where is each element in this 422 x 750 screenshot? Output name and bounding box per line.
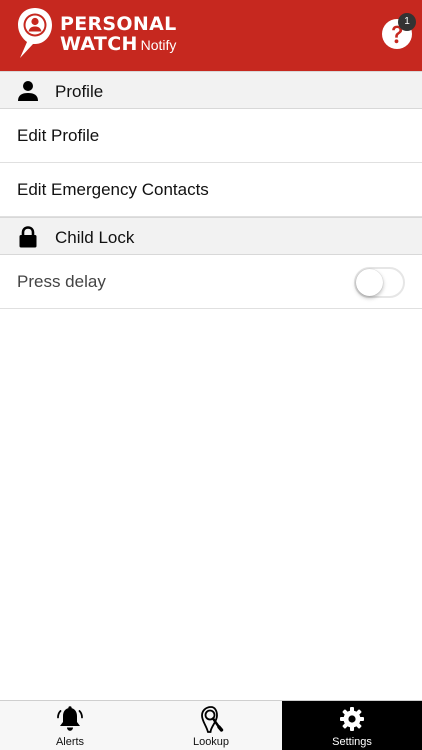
- tab-settings[interactable]: Settings: [282, 701, 422, 750]
- tab-label-settings: Settings: [332, 736, 372, 748]
- notification-badge: 1: [398, 13, 416, 31]
- section-label-profile: Profile: [55, 82, 104, 101]
- tab-lookup[interactable]: Lookup: [141, 701, 281, 750]
- press-delay-label: Press delay: [17, 272, 106, 291]
- logo-notify: Notify: [140, 37, 177, 53]
- logo-line-watch: WATCH: [60, 33, 138, 55]
- section-header-child-lock: Child Lock: [0, 217, 422, 255]
- edit-profile-row[interactable]: Edit Profile: [0, 109, 422, 163]
- bell-icon: [57, 706, 83, 731]
- edit-profile-label: Edit Profile: [17, 126, 100, 145]
- tab-bar: Alerts Lookup Settings: [0, 700, 422, 750]
- tab-alerts[interactable]: Alerts: [0, 701, 140, 750]
- edit-emergency-contacts-row[interactable]: Edit Emergency Contacts: [0, 163, 422, 217]
- gear-icon: [340, 707, 364, 731]
- app-header: PERSONAL WATCH Notify 1: [0, 0, 422, 71]
- logo-pin-icon: [18, 8, 52, 58]
- section-label-child-lock: Child Lock: [55, 228, 135, 247]
- section-header-profile: Profile: [0, 71, 422, 109]
- toggle-knob: [356, 269, 383, 296]
- person-icon: [18, 81, 38, 101]
- edit-emergency-contacts-label: Edit Emergency Contacts: [17, 180, 209, 199]
- tab-label-lookup: Lookup: [192, 736, 230, 748]
- logo-line-personal: PERSONAL: [60, 13, 177, 35]
- tab-label-alerts: Alerts: [55, 736, 85, 748]
- press-delay-toggle[interactable]: [354, 267, 405, 298]
- pin-magnifier-icon: [201, 706, 224, 733]
- press-delay-row: Press delay: [0, 255, 422, 309]
- logo-wordmark: PERSONAL WATCH Notify: [60, 14, 176, 55]
- lock-icon: [19, 226, 37, 248]
